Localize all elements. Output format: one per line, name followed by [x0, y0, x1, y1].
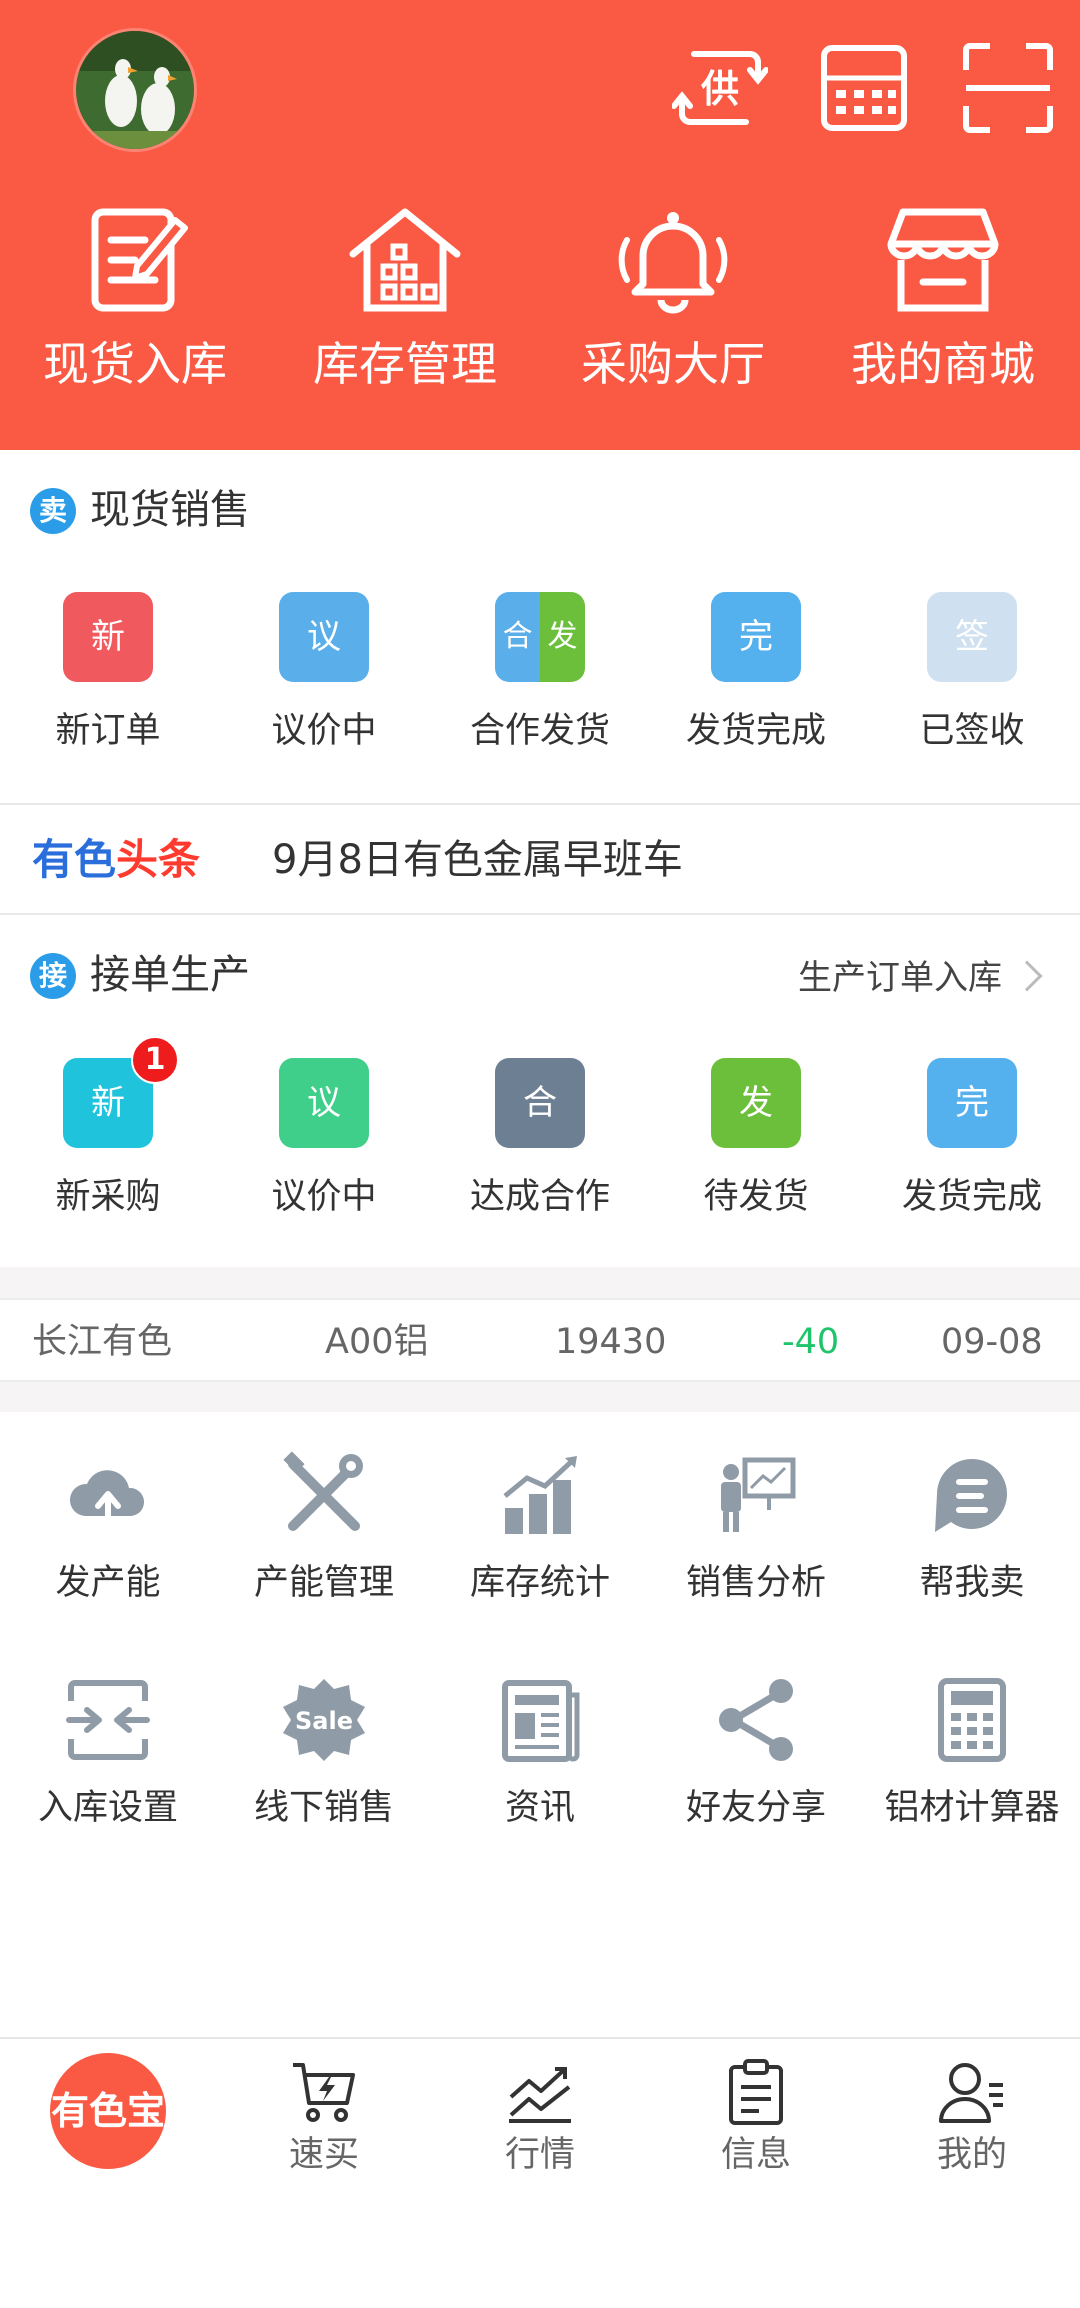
stock-entry-icon — [91, 208, 188, 312]
quick-action-inventory[interactable]: 库存管理 — [285, 200, 525, 410]
production-agreed[interactable]: 合 达成合作 — [432, 1058, 648, 1248]
shipped-icon: 完 — [711, 592, 801, 682]
shipped-icon: 完 — [927, 1058, 1017, 1148]
app-screen: 供 现货入库 库存管理 采购大厅 我的商城 卖 现货销售 新 新订单 议 议价中… — [0, 0, 1080, 2308]
production-header: 接 接单生产 生产订单入库 — [0, 925, 1080, 1025]
tool-inventory-stats[interactable]: 库存统计 — [432, 1450, 648, 1630]
sale-badge-icon: Sale — [283, 1679, 365, 1761]
svg-text:Sale: Sale — [295, 1707, 353, 1735]
calculator-icon[interactable] — [816, 40, 912, 136]
tab-home[interactable]: 有色宝 — [0, 2039, 216, 2199]
tool-capacity-management[interactable]: 产能管理 — [216, 1450, 432, 1630]
production-negotiating[interactable]: 议 议价中 — [216, 1058, 432, 1248]
section-gap — [0, 1267, 1080, 1298]
calculator-icon — [938, 1678, 1006, 1762]
coop-shipping-icon: 合 发 — [495, 592, 585, 682]
tool-offline-sales[interactable]: Sale 线下销售 — [216, 1675, 432, 1855]
quick-buy-cart-icon — [293, 2063, 355, 2122]
tool-publish-capacity[interactable]: 发产能 — [0, 1450, 216, 1630]
quick-action-purchase-hall[interactable]: 采购大厅 — [553, 200, 793, 410]
to-ship-icon: 发 — [711, 1058, 801, 1148]
notification-badge: 1 — [131, 1036, 179, 1084]
tab-market[interactable]: 行情 — [432, 2039, 648, 2199]
profile-icon — [939, 2063, 1003, 2123]
spot-sales-negotiating[interactable]: 议 议价中 — [216, 592, 432, 782]
divider — [0, 913, 1080, 915]
svg-text:供: 供 — [701, 67, 739, 111]
signed-icon: 签 — [927, 592, 1017, 682]
warehouse-icon — [349, 208, 461, 312]
spot-sales-coop-shipping[interactable]: 合 发 合作发货 — [432, 592, 648, 782]
home-logo-icon: 有色宝 — [50, 2053, 166, 2169]
tool-news[interactable]: 资讯 — [432, 1675, 648, 1855]
divider — [0, 803, 1080, 805]
spot-sales-new-order[interactable]: 新 新订单 — [0, 592, 216, 782]
bar-chart-icon — [503, 1456, 577, 1534]
section-gap — [0, 1382, 1080, 1412]
tab-profile[interactable]: 我的 — [864, 2039, 1080, 2199]
shop-icon — [887, 208, 999, 312]
production-new-purchase[interactable]: 新1 新采购 — [0, 1036, 216, 1248]
chevron-right-icon — [1011, 960, 1043, 992]
cloud-upload-icon — [69, 1470, 145, 1525]
bottom-tab-bar: 有色宝 速买 行情 信息 我的 — [0, 2037, 1080, 2197]
market-trend-icon — [509, 2067, 571, 2123]
tool-share-friends[interactable]: 好友分享 — [648, 1675, 864, 1855]
newspaper-icon — [502, 1680, 580, 1762]
section-title: 接单生产 — [90, 952, 250, 998]
ticker-market: 长江有色 — [32, 1322, 173, 1362]
sell-badge-icon: 卖 — [30, 488, 76, 534]
supply-swap-icon[interactable]: 供 — [671, 40, 769, 136]
bell-icon — [618, 212, 728, 314]
production-inbound-link[interactable]: 生产订单入库 — [798, 953, 1043, 1003]
section-title: 现货销售 — [90, 487, 250, 533]
tab-info[interactable]: 信息 — [648, 2039, 864, 2199]
scan-icon[interactable] — [960, 40, 1056, 136]
spot-sales-shipped[interactable]: 完 发货完成 — [648, 592, 864, 782]
ticker-change: -40 — [782, 1322, 840, 1362]
help-sell-icon — [935, 1459, 1007, 1532]
ticker-date: 09-08 — [941, 1322, 1043, 1362]
negotiating-icon: 议 — [279, 1058, 369, 1148]
clipboard-icon — [729, 2059, 783, 2125]
tools-icon — [283, 1451, 363, 1531]
agreed-icon: 合 — [495, 1058, 585, 1148]
tool-inbound-settings[interactable]: 入库设置 — [0, 1675, 216, 1855]
price-ticker[interactable]: 长江有色 A00铝 19430 -40 09-08 — [0, 1298, 1080, 1382]
tool-aluminum-calculator[interactable]: 铝材计算器 — [864, 1675, 1080, 1855]
ticker-price: 19430 — [555, 1322, 667, 1362]
news-headline[interactable]: 有色头条 9月8日有色金属早班车 — [0, 806, 1080, 914]
tool-sales-analysis[interactable]: 销售分析 — [648, 1450, 864, 1630]
production-shipped[interactable]: 完 发货完成 — [864, 1058, 1080, 1248]
quick-action-stock-entry[interactable]: 现货入库 — [15, 200, 255, 410]
accept-badge-icon: 接 — [30, 953, 76, 999]
tool-help-me-sell[interactable]: 帮我卖 — [864, 1450, 1080, 1630]
new-order-icon: 新 — [63, 592, 153, 682]
spot-sales-header: 卖 现货销售 — [0, 460, 1080, 560]
headline-brand-logo: 有色头条 — [32, 835, 201, 884]
share-icon — [719, 1679, 793, 1761]
spot-sales-signed[interactable]: 签 已签收 — [864, 592, 1080, 782]
quick-action-my-shop[interactable]: 我的商城 — [823, 200, 1063, 410]
presentation-icon — [721, 1457, 796, 1532]
negotiating-icon: 议 — [279, 592, 369, 682]
avatar[interactable] — [73, 28, 197, 152]
avatar-photo — [76, 31, 194, 149]
tab-quick-buy[interactable]: 速买 — [216, 2039, 432, 2199]
inbound-settings-icon — [66, 1680, 150, 1760]
spot-sales-row: 新 新订单 议 议价中 合 发 合作发货 完 发货完成 签 已签收 — [0, 592, 1080, 782]
new-purchase-icon: 新1 — [63, 1036, 179, 1148]
headline-text: 9月8日有色金属早班车 — [272, 837, 683, 883]
ticker-product: A00铝 — [325, 1322, 429, 1362]
header-banner: 供 现货入库 库存管理 采购大厅 我的商城 — [0, 0, 1080, 450]
production-to-ship[interactable]: 发 待发货 — [648, 1058, 864, 1248]
production-row: 新1 新采购 议 议价中 合 达成合作 发 待发货 完 发货完成 — [0, 1036, 1080, 1248]
